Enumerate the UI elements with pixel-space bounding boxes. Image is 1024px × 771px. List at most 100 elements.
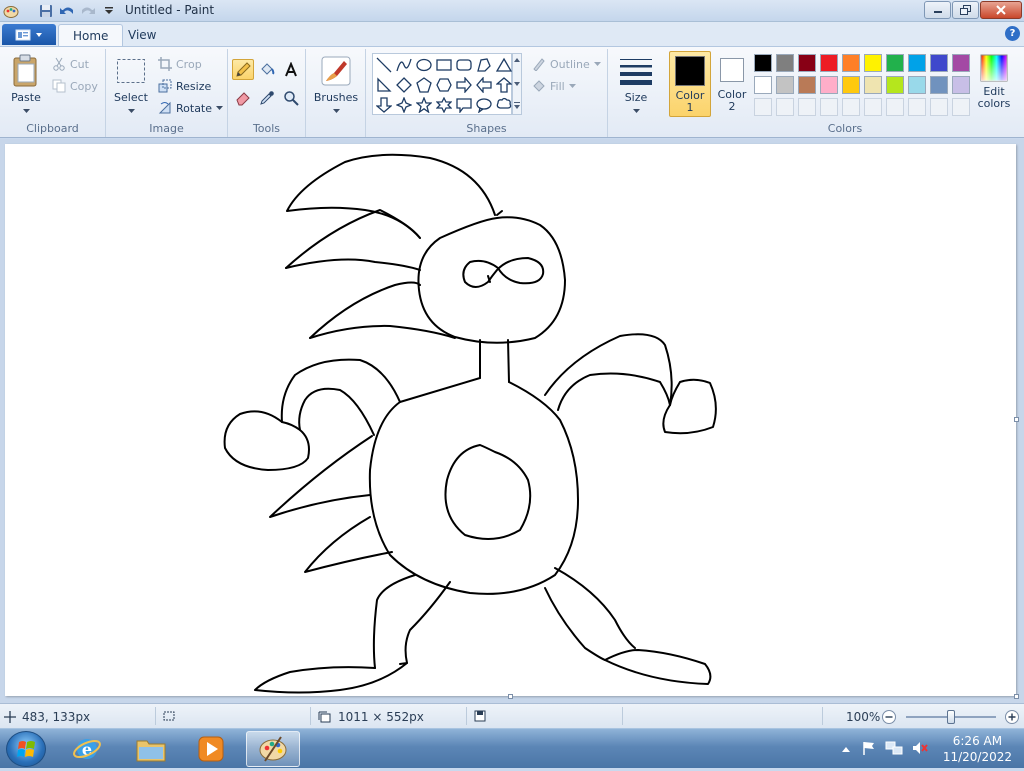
action-center-flag-icon[interactable] [861,740,877,759]
tab-view[interactable]: View [114,24,170,46]
volume-muted-icon[interactable] [911,740,929,759]
palette-color-swatch[interactable] [798,54,816,72]
pentagon-shape-icon[interactable] [415,76,433,94]
rotate-button[interactable]: Rotate [158,99,224,117]
redo-icon[interactable] [79,2,97,20]
palette-custom-color-slot[interactable] [776,98,794,116]
paint-app-icon[interactable] [2,2,20,20]
palette-color-swatch[interactable] [798,76,816,94]
taskbar-media-player[interactable] [184,731,238,767]
taskbar-windows-explorer[interactable] [124,731,178,767]
cut-button[interactable]: Cut [52,55,89,73]
down-arrow-shape-icon[interactable] [375,96,393,114]
palette-color-swatch[interactable] [952,76,970,94]
show-hidden-icons-icon[interactable] [841,743,851,756]
palette-color-swatch[interactable] [864,54,882,72]
six-point-star-shape-icon[interactable] [435,96,453,114]
outline-button[interactable]: Outline [532,55,601,73]
help-icon[interactable]: ? [1005,26,1020,41]
palette-custom-color-slot[interactable] [886,98,904,116]
palette-color-swatch[interactable] [754,76,772,94]
line-shape-icon[interactable] [375,56,393,74]
restore-button[interactable] [952,1,979,19]
clock[interactable]: 6:26 AM 11/20/2022 [943,733,1012,765]
hexagon-shape-icon[interactable] [435,76,453,94]
palette-custom-color-slot[interactable] [754,98,772,116]
select-button[interactable]: Select [112,53,150,117]
palette-custom-color-slot[interactable] [952,98,970,116]
canvas-workspace[interactable] [0,139,1024,703]
palette-color-swatch[interactable] [842,54,860,72]
shapes-gallery-scroller[interactable] [512,53,522,115]
palette-custom-color-slot[interactable] [908,98,926,116]
palette-custom-color-slot[interactable] [930,98,948,116]
taskbar-internet-explorer[interactable]: e [60,731,114,767]
magnifier-tool[interactable] [280,87,302,108]
palette-color-swatch[interactable] [842,76,860,94]
left-arrow-shape-icon[interactable] [475,76,493,94]
edit-colors-button[interactable]: Edit colors [974,53,1014,109]
fill-button[interactable]: Fill [532,77,576,95]
palette-color-swatch[interactable] [908,76,926,94]
oval-callout-shape-icon[interactable] [475,96,493,114]
palette-color-swatch[interactable] [930,76,948,94]
copy-button[interactable]: Copy [52,77,98,95]
crop-button[interactable]: Crop [158,55,202,73]
pencil-tool[interactable] [232,59,254,80]
color-2-button[interactable]: Color 2 [714,51,750,117]
palette-color-swatch[interactable] [820,54,838,72]
resize-button[interactable]: Resize [158,77,211,95]
color-picker-tool[interactable] [256,87,278,108]
palette-color-swatch[interactable] [776,76,794,94]
palette-custom-color-slot[interactable] [864,98,882,116]
resize-handle-corner[interactable] [1014,694,1019,699]
rounded-rectangle-shape-icon[interactable] [455,56,473,74]
polygon-shape-icon[interactable] [475,56,493,74]
diamond-shape-icon[interactable] [395,76,413,94]
right-triangle-shape-icon[interactable] [375,76,393,94]
palette-color-swatch[interactable] [930,54,948,72]
brushes-button[interactable]: Brushes [312,53,360,117]
customize-toolbar-icon[interactable] [100,2,118,20]
zoom-slider-thumb[interactable] [947,710,955,724]
zoom-out-button[interactable] [881,709,897,725]
text-tool[interactable] [280,59,302,80]
paste-button[interactable]: Paste [6,53,46,117]
four-point-star-shape-icon[interactable] [395,96,413,114]
color-1-button[interactable]: Color 1 [669,51,711,117]
taskbar-paint[interactable] [246,731,300,767]
palette-color-swatch[interactable] [908,54,926,72]
palette-color-swatch[interactable] [776,54,794,72]
close-button[interactable] [980,1,1022,19]
start-button[interactable] [6,731,46,767]
palette-color-swatch[interactable] [952,54,970,72]
save-icon[interactable] [37,2,55,20]
five-point-star-shape-icon[interactable] [415,96,433,114]
palette-custom-color-slot[interactable] [798,98,816,116]
palette-color-swatch[interactable] [754,54,772,72]
rectangle-shape-icon[interactable] [435,56,453,74]
minimize-button[interactable] [924,1,951,19]
undo-icon[interactable] [58,2,76,20]
palette-color-swatch[interactable] [886,54,904,72]
palette-custom-color-slot[interactable] [842,98,860,116]
size-button[interactable]: Size [616,53,656,117]
palette-color-swatch[interactable] [820,76,838,94]
zoom-in-button[interactable] [1004,709,1020,725]
drawing-canvas[interactable] [5,144,1016,696]
palette-custom-color-slot[interactable] [820,98,838,116]
right-arrow-shape-icon[interactable] [455,76,473,94]
network-icon[interactable] [885,740,903,759]
cloud-callout-shape-icon[interactable] [495,96,513,114]
up-arrow-shape-icon[interactable] [495,76,513,94]
oval-shape-icon[interactable] [415,56,433,74]
triangle-shape-icon[interactable] [495,56,513,74]
curve-shape-icon[interactable] [395,56,413,74]
zoom-slider[interactable] [906,710,996,724]
palette-color-swatch[interactable] [864,76,882,94]
fill-tool[interactable] [256,59,278,80]
resize-handle-bottom[interactable] [508,694,513,699]
rectangle-callout-shape-icon[interactable] [455,96,473,114]
eraser-tool[interactable] [232,87,254,108]
paint-menu-button[interactable] [2,24,56,45]
